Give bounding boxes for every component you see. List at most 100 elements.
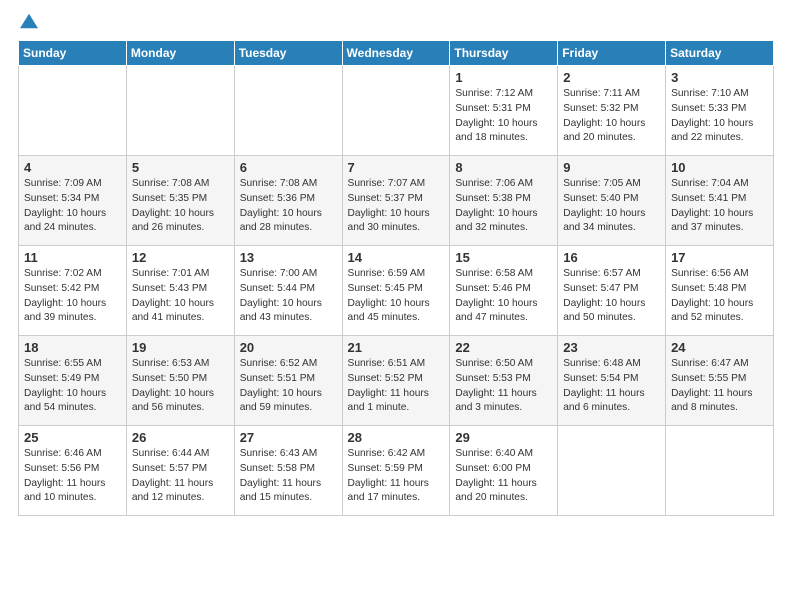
calendar-table: SundayMondayTuesdayWednesdayThursdayFrid… [18,40,774,516]
day-info: Sunrise: 7:02 AM Sunset: 5:42 PM Dayligh… [24,267,121,326]
day-info: Sunrise: 6:47 AM Sunset: 5:55 PM Dayligh… [671,357,768,416]
calendar-cell [666,426,774,516]
day-info: Sunrise: 7:10 AM Sunset: 5:33 PM Dayligh… [671,87,768,146]
calendar-cell [558,426,666,516]
day-info: Sunrise: 7:08 AM Sunset: 5:36 PM Dayligh… [240,177,337,236]
calendar-cell: 6 Sunrise: 7:08 AM Sunset: 5:36 PM Daylig… [234,156,342,246]
day-number: 18 [24,340,121,355]
day-info: Sunrise: 7:01 AM Sunset: 5:43 PM Dayligh… [132,267,229,326]
day-info: Sunrise: 7:12 AM Sunset: 5:31 PM Dayligh… [455,87,552,146]
weekday-header-row: SundayMondayTuesdayWednesdayThursdayFrid… [19,41,774,66]
day-info: Sunrise: 6:40 AM Sunset: 6:00 PM Dayligh… [455,447,552,506]
day-number: 1 [455,70,552,85]
day-info: Sunrise: 7:08 AM Sunset: 5:35 PM Dayligh… [132,177,229,236]
day-number: 5 [132,160,229,175]
day-info: Sunrise: 6:44 AM Sunset: 5:57 PM Dayligh… [132,447,229,506]
calendar-cell: 12 Sunrise: 7:01 AM Sunset: 5:43 PM Dayli… [126,246,234,336]
day-number: 28 [348,430,445,445]
calendar-cell: 14 Sunrise: 6:59 AM Sunset: 5:45 PM Dayli… [342,246,450,336]
day-info: Sunrise: 6:43 AM Sunset: 5:58 PM Dayligh… [240,447,337,506]
calendar-cell [234,66,342,156]
day-info: Sunrise: 6:46 AM Sunset: 5:56 PM Dayligh… [24,447,121,506]
day-number: 10 [671,160,768,175]
logo [18,18,38,30]
calendar-cell: 21 Sunrise: 6:51 AM Sunset: 5:52 PM Dayli… [342,336,450,426]
week-row-5: 25 Sunrise: 6:46 AM Sunset: 5:56 PM Dayli… [19,426,774,516]
day-number: 16 [563,250,660,265]
calendar-cell: 1 Sunrise: 7:12 AM Sunset: 5:31 PM Daylig… [450,66,558,156]
calendar-cell: 10 Sunrise: 7:04 AM Sunset: 5:41 PM Dayli… [666,156,774,246]
calendar-cell: 26 Sunrise: 6:44 AM Sunset: 5:57 PM Dayli… [126,426,234,516]
day-info: Sunrise: 7:00 AM Sunset: 5:44 PM Dayligh… [240,267,337,326]
day-number: 7 [348,160,445,175]
calendar-cell: 25 Sunrise: 6:46 AM Sunset: 5:56 PM Dayli… [19,426,127,516]
logo-icon [20,12,38,30]
day-number: 20 [240,340,337,355]
calendar-cell: 19 Sunrise: 6:53 AM Sunset: 5:50 PM Dayli… [126,336,234,426]
day-info: Sunrise: 7:04 AM Sunset: 5:41 PM Dayligh… [671,177,768,236]
day-number: 9 [563,160,660,175]
calendar-cell: 24 Sunrise: 6:47 AM Sunset: 5:55 PM Dayli… [666,336,774,426]
calendar-cell: 27 Sunrise: 6:43 AM Sunset: 5:58 PM Dayli… [234,426,342,516]
day-info: Sunrise: 6:48 AM Sunset: 5:54 PM Dayligh… [563,357,660,416]
day-info: Sunrise: 6:50 AM Sunset: 5:53 PM Dayligh… [455,357,552,416]
week-row-1: 1 Sunrise: 7:12 AM Sunset: 5:31 PM Daylig… [19,66,774,156]
week-row-3: 11Sunrise: 7:02 AM Sunset: 5:42 PM Dayli… [19,246,774,336]
calendar-cell: 3 Sunrise: 7:10 AM Sunset: 5:33 PM Daylig… [666,66,774,156]
day-info: Sunrise: 7:06 AM Sunset: 5:38 PM Dayligh… [455,177,552,236]
weekday-header-sunday: Sunday [19,41,127,66]
day-number: 2 [563,70,660,85]
weekday-header-saturday: Saturday [666,41,774,66]
day-number: 13 [240,250,337,265]
day-info: Sunrise: 6:59 AM Sunset: 5:45 PM Dayligh… [348,267,445,326]
day-info: Sunrise: 6:57 AM Sunset: 5:47 PM Dayligh… [563,267,660,326]
calendar-cell: 2 Sunrise: 7:11 AM Sunset: 5:32 PM Daylig… [558,66,666,156]
day-number: 14 [348,250,445,265]
day-info: Sunrise: 6:42 AM Sunset: 5:59 PM Dayligh… [348,447,445,506]
calendar-cell: 22 Sunrise: 6:50 AM Sunset: 5:53 PM Dayli… [450,336,558,426]
calendar-cell: 23Sunrise: 6:48 AM Sunset: 5:54 PM Dayli… [558,336,666,426]
day-info: Sunrise: 6:58 AM Sunset: 5:46 PM Dayligh… [455,267,552,326]
day-number: 4 [24,160,121,175]
week-row-2: 4 Sunrise: 7:09 AM Sunset: 5:34 PM Daylig… [19,156,774,246]
calendar-cell: 16 Sunrise: 6:57 AM Sunset: 5:47 PM Dayli… [558,246,666,336]
calendar-cell: 28 Sunrise: 6:42 AM Sunset: 5:59 PM Dayli… [342,426,450,516]
calendar-cell: 13 Sunrise: 7:00 AM Sunset: 5:44 PM Dayli… [234,246,342,336]
day-info: Sunrise: 6:53 AM Sunset: 5:50 PM Dayligh… [132,357,229,416]
week-row-4: 18Sunrise: 6:55 AM Sunset: 5:49 PM Dayli… [19,336,774,426]
day-info: Sunrise: 7:07 AM Sunset: 5:37 PM Dayligh… [348,177,445,236]
weekday-header-wednesday: Wednesday [342,41,450,66]
weekday-header-friday: Friday [558,41,666,66]
weekday-header-thursday: Thursday [450,41,558,66]
calendar-cell: 11Sunrise: 7:02 AM Sunset: 5:42 PM Dayli… [19,246,127,336]
day-number: 19 [132,340,229,355]
calendar-cell: 20Sunrise: 6:52 AM Sunset: 5:51 PM Dayli… [234,336,342,426]
day-info: Sunrise: 6:56 AM Sunset: 5:48 PM Dayligh… [671,267,768,326]
day-number: 26 [132,430,229,445]
day-number: 21 [348,340,445,355]
page: SundayMondayTuesdayWednesdayThursdayFrid… [0,0,792,528]
day-info: Sunrise: 7:09 AM Sunset: 5:34 PM Dayligh… [24,177,121,236]
day-number: 8 [455,160,552,175]
day-number: 27 [240,430,337,445]
day-info: Sunrise: 7:05 AM Sunset: 5:40 PM Dayligh… [563,177,660,236]
day-number: 25 [24,430,121,445]
calendar-cell [19,66,127,156]
calendar-cell: 17 Sunrise: 6:56 AM Sunset: 5:48 PM Dayli… [666,246,774,336]
calendar-cell: 18Sunrise: 6:55 AM Sunset: 5:49 PM Dayli… [19,336,127,426]
day-number: 6 [240,160,337,175]
day-number: 17 [671,250,768,265]
day-number: 12 [132,250,229,265]
day-info: Sunrise: 6:51 AM Sunset: 5:52 PM Dayligh… [348,357,445,416]
day-number: 24 [671,340,768,355]
calendar-cell [126,66,234,156]
day-number: 22 [455,340,552,355]
day-info: Sunrise: 7:11 AM Sunset: 5:32 PM Dayligh… [563,87,660,146]
day-number: 3 [671,70,768,85]
calendar-cell: 29Sunrise: 6:40 AM Sunset: 6:00 PM Dayli… [450,426,558,516]
header [18,18,774,30]
day-number: 15 [455,250,552,265]
calendar-cell: 4 Sunrise: 7:09 AM Sunset: 5:34 PM Daylig… [19,156,127,246]
weekday-header-monday: Monday [126,41,234,66]
calendar-cell: 9 Sunrise: 7:05 AM Sunset: 5:40 PM Daylig… [558,156,666,246]
